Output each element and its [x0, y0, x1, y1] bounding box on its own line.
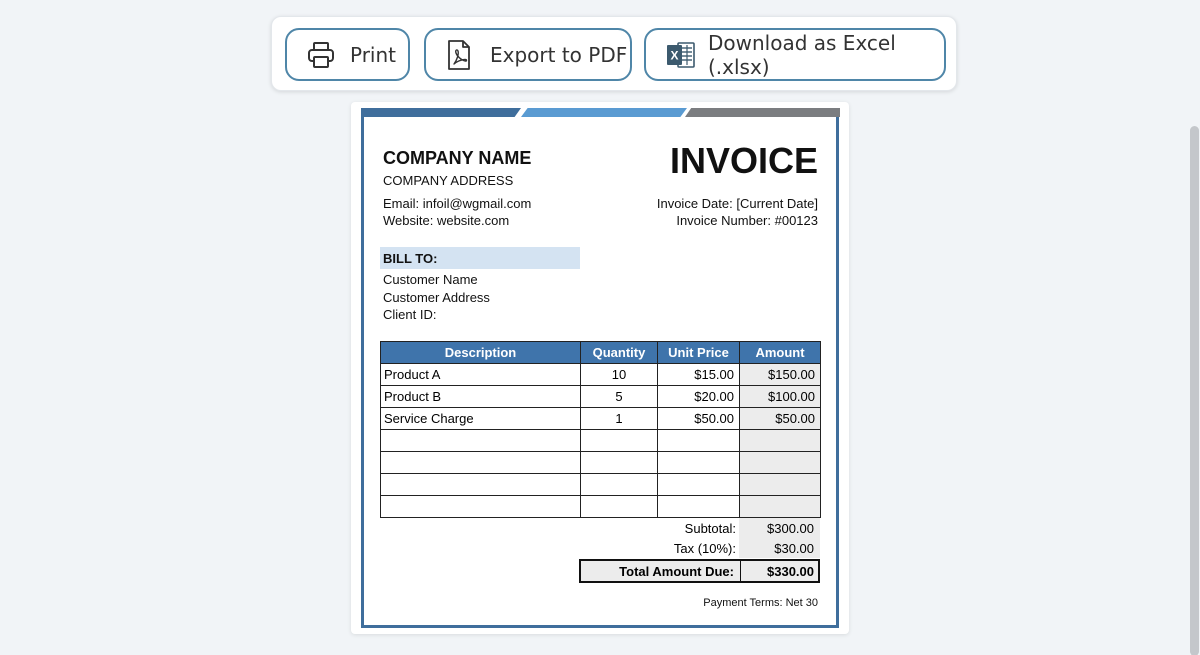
excel-icon-letter: X — [670, 48, 678, 62]
cell-description: Product A — [380, 363, 581, 386]
company-website: Website: website.com — [383, 213, 510, 228]
cell-unit-price: $50.00 — [657, 407, 740, 430]
pdf-file-icon — [446, 39, 472, 71]
scrollbar-thumb[interactable] — [1190, 126, 1199, 655]
payment-terms: Payment Terms: Net 30 — [703, 597, 818, 609]
total-divider — [740, 561, 741, 581]
cell-amount — [739, 495, 821, 518]
invoice-date: Invoice Date: [Current Date] — [656, 196, 818, 211]
cell-description — [380, 473, 581, 496]
cell-description — [380, 429, 581, 452]
export-pdf-button[interactable]: Export to PDF — [424, 28, 632, 81]
table-row — [380, 473, 821, 496]
column-header-quantity: Quantity — [580, 341, 658, 364]
download-excel-button[interactable]: X Download as Excel (.xlsx) — [644, 28, 946, 81]
column-header-amount: Amount — [739, 341, 821, 364]
line-items-table: Description Quantity Unit Price Amount P… — [380, 341, 821, 518]
cell-quantity: 1 — [580, 407, 658, 430]
cell-unit-price: $20.00 — [657, 385, 740, 408]
cell-quantity — [580, 451, 658, 474]
header-band-gray — [685, 108, 840, 117]
client-id: Client ID: — [383, 307, 437, 322]
excel-file-icon: X — [666, 40, 696, 70]
table-row — [380, 495, 821, 518]
cell-quantity — [580, 495, 658, 518]
table-row — [380, 429, 821, 452]
print-button[interactable]: Print — [285, 28, 410, 81]
customer-name: Customer Name — [383, 272, 478, 287]
export-pdf-label: Export to PDF — [490, 42, 628, 67]
subtotal-label: Subtotal: — [684, 521, 736, 536]
invoice-preview: COMPANY NAME COMPANY ADDRESS Email: info… — [351, 102, 849, 634]
printer-icon — [306, 40, 336, 70]
customer-address: Customer Address — [383, 290, 490, 305]
table-header-row: Description Quantity Unit Price Amount — [380, 341, 821, 364]
invoice-title: INVOICE — [669, 140, 818, 181]
header-band-dark — [361, 108, 521, 117]
cell-description: Product B — [380, 385, 581, 408]
cell-amount: $50.00 — [739, 407, 821, 430]
table-row: Service Charge 1 $50.00 $50.00 — [380, 407, 821, 430]
company-name: COMPANY NAME — [383, 148, 532, 168]
invoice-number: Invoice Number: #00123 — [676, 213, 818, 228]
total-due-value: $330.00 — [767, 564, 814, 579]
cell-description — [380, 495, 581, 518]
cell-quantity — [580, 429, 658, 452]
company-address: COMPANY ADDRESS — [383, 173, 514, 188]
bill-to-label: BILL TO: — [383, 251, 438, 266]
cell-quantity: 10 — [580, 363, 658, 386]
cell-amount: $100.00 — [739, 385, 821, 408]
cell-unit-price — [657, 473, 740, 496]
cell-description: Service Charge — [380, 407, 581, 430]
tax-value: $30.00 — [774, 541, 814, 556]
cell-amount — [739, 473, 821, 496]
table-row — [380, 451, 821, 474]
download-excel-label: Download as Excel (.xlsx) — [708, 30, 896, 79]
print-button-label: Print — [350, 42, 397, 67]
cell-amount — [739, 451, 821, 474]
tax-label: Tax (10%): — [673, 541, 736, 556]
column-header-description: Description — [380, 341, 581, 364]
cell-description — [380, 451, 581, 474]
cell-amount — [739, 429, 821, 452]
total-due-label: Total Amount Due: — [619, 564, 734, 579]
cell-unit-price — [657, 495, 740, 518]
cell-quantity — [580, 473, 658, 496]
table-row: Product A 10 $15.00 $150.00 — [380, 363, 821, 386]
header-band-light — [521, 108, 687, 117]
total-due-box: Total Amount Due: $330.00 — [579, 559, 820, 583]
company-email: Email: infoil@wgmail.com — [383, 196, 532, 211]
export-toolbar: Print Export to PDF X Download as Excel … — [271, 16, 957, 91]
cell-unit-price — [657, 429, 740, 452]
table-row: Product B 5 $20.00 $100.00 — [380, 385, 821, 408]
cell-quantity: 5 — [580, 385, 658, 408]
subtotal-value: $300.00 — [767, 521, 814, 536]
cell-unit-price — [657, 451, 740, 474]
cell-unit-price: $15.00 — [657, 363, 740, 386]
cell-amount: $150.00 — [739, 363, 821, 386]
column-header-unit-price: Unit Price — [657, 341, 740, 364]
